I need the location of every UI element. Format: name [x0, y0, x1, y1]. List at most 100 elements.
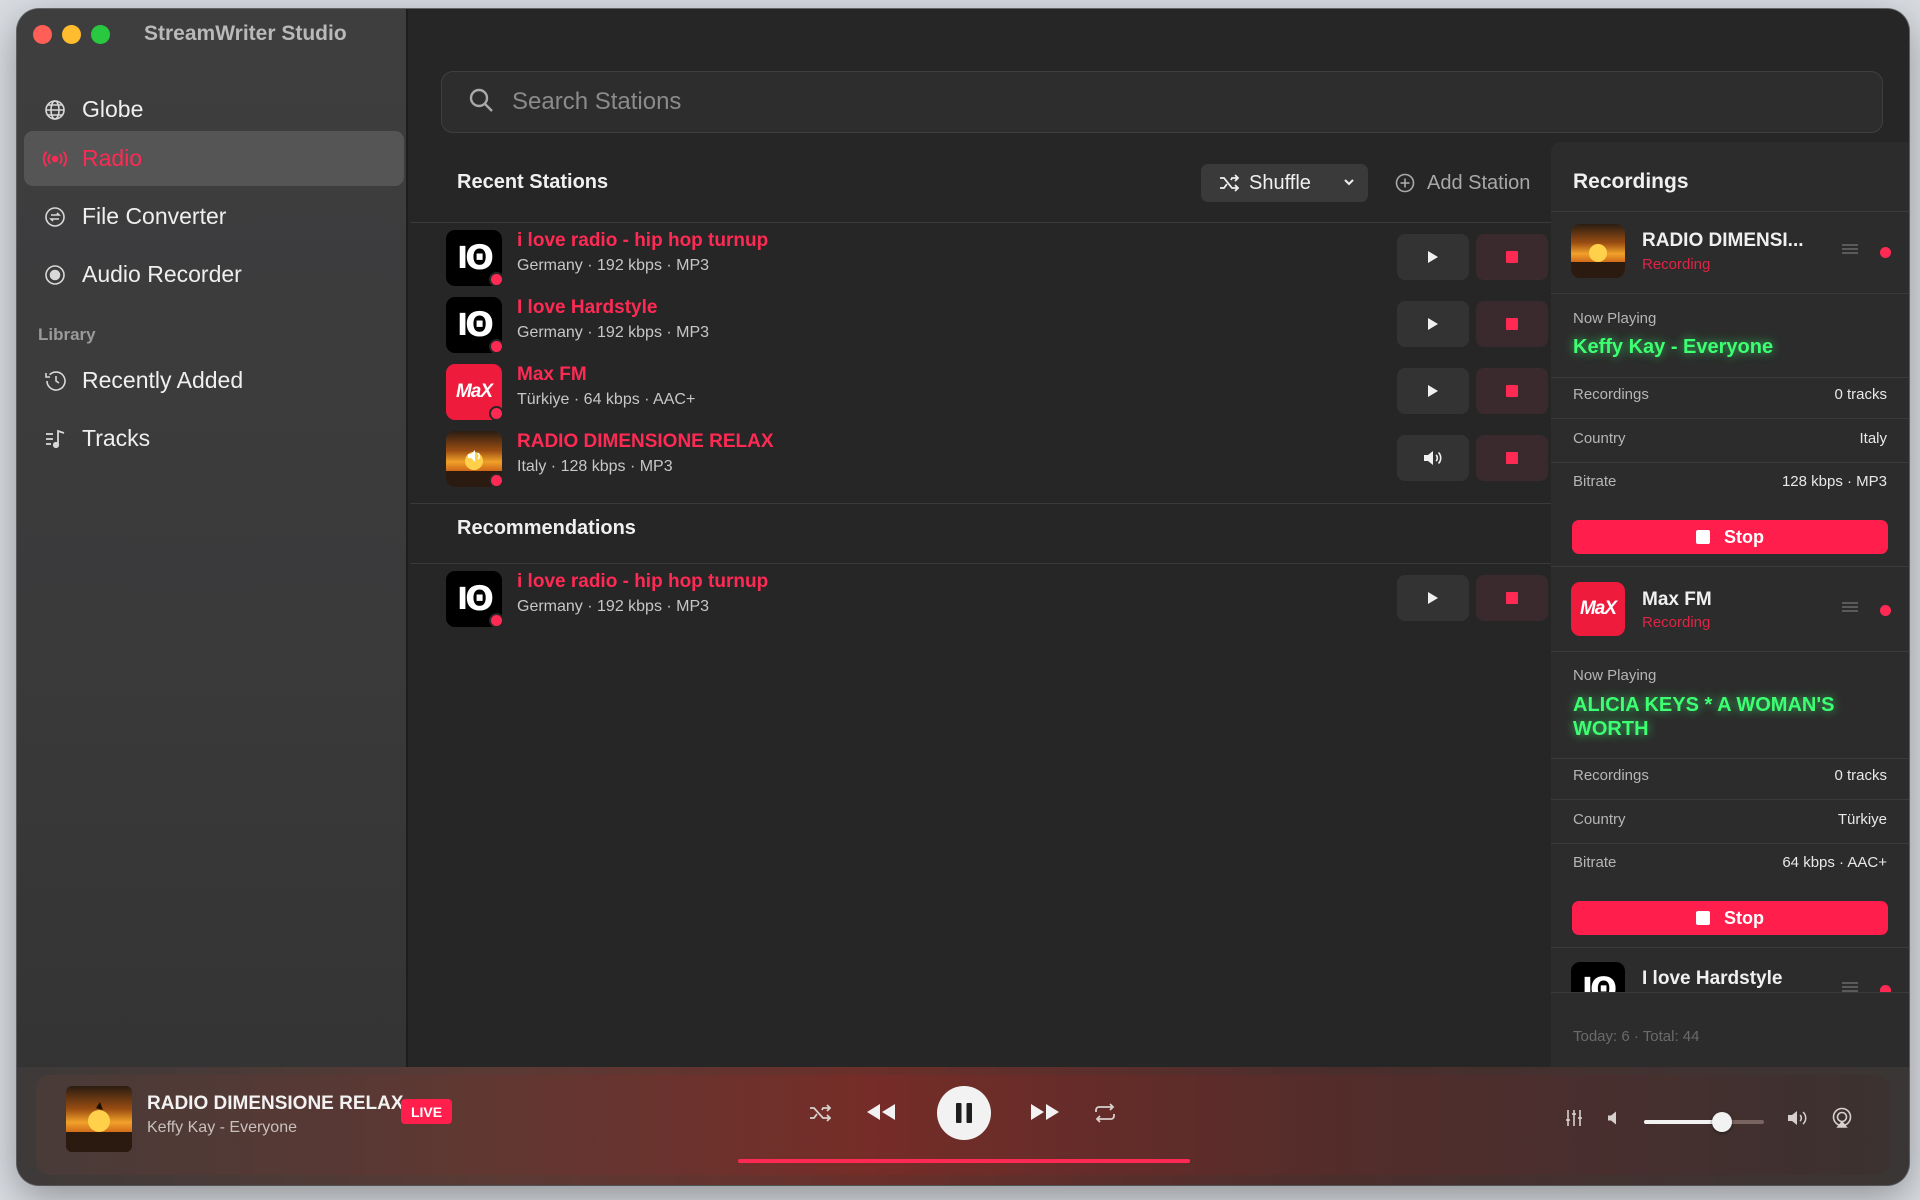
- sidebar-item-globe[interactable]: Globe: [24, 82, 404, 137]
- fast-forward-icon: [1031, 1104, 1059, 1120]
- now-playing-button[interactable]: [1397, 435, 1469, 481]
- stop-icon: [1506, 592, 1518, 604]
- add-station-label: Add Station: [1427, 171, 1531, 194]
- stream-progress-bar[interactable]: [738, 1159, 1190, 1163]
- audio-settings-button[interactable]: [1563, 1107, 1585, 1129]
- station-meta: Germany · 192 kbps · MP3: [517, 257, 710, 274]
- volume-low-icon: [1605, 1109, 1623, 1127]
- recording-dot: [1880, 247, 1891, 258]
- play-button[interactable]: [1397, 575, 1469, 621]
- clock-history-icon: [42, 368, 68, 394]
- globe-icon: [42, 97, 68, 123]
- zoom-window-button[interactable]: [91, 25, 110, 44]
- player-artwork[interactable]: [66, 1086, 132, 1152]
- station-name[interactable]: I love Hardstyle: [517, 297, 657, 319]
- fast-forward-button[interactable]: [1028, 1097, 1062, 1127]
- app-window: StreamWriter Studio Globe Radio File Con…: [17, 9, 1909, 1185]
- station-row[interactable]: IꙨ i love radio - hip hop turnup Germany…: [410, 230, 1550, 292]
- radio-waves-icon: [42, 146, 68, 172]
- pause-icon: [956, 1103, 972, 1123]
- volume-slider[interactable]: [1644, 1112, 1764, 1132]
- stop-icon: [1506, 452, 1518, 464]
- sidebar-item-label: Audio Recorder: [82, 261, 242, 287]
- shuffle-button[interactable]: Shuffle: [1201, 164, 1368, 202]
- main-content: Search Stations Recent Stations Shuffle …: [410, 9, 1909, 1067]
- station-name[interactable]: i love radio - hip hop turnup: [517, 230, 768, 252]
- shuffle-icon: [810, 1104, 832, 1122]
- add-station-button[interactable]: Add Station: [1395, 164, 1530, 202]
- info-value: 0 tracks: [1834, 386, 1887, 403]
- sidebar-item-label: Radio: [82, 145, 143, 171]
- stop-recording-button[interactable]: [1476, 368, 1548, 414]
- recording-station-name: RADIO DIMENSI...: [1642, 230, 1804, 251]
- play-button[interactable]: [1397, 301, 1469, 347]
- shuffle-control[interactable]: [808, 1100, 834, 1126]
- volume-fill: [1644, 1120, 1722, 1124]
- recording-status: Recording: [1642, 614, 1711, 631]
- recordings-footer: Today: 6 · Total: 44: [1573, 1028, 1700, 1045]
- search-input[interactable]: Search Stations: [441, 71, 1883, 133]
- volume-knob[interactable]: [1712, 1112, 1732, 1132]
- equalizer-sliders-icon: [1566, 1110, 1582, 1126]
- now-playing-label: Now Playing: [1573, 310, 1657, 327]
- stop-icon: [1696, 911, 1710, 925]
- now-playing-track: Keffy Kay - Everyone: [1573, 336, 1774, 358]
- station-meta: Germany · 192 kbps · MP3: [517, 324, 710, 341]
- recording-station-logo: MaX: [1571, 582, 1625, 636]
- recording-station-name: Max FM: [1642, 589, 1712, 610]
- info-value: 64 kbps · AAC+: [1782, 854, 1887, 871]
- play-icon: [1428, 251, 1438, 263]
- shuffle-label: Shuffle: [1249, 171, 1311, 194]
- sidebar-item-label: Tracks: [82, 425, 151, 451]
- stop-recording-button[interactable]: [1476, 435, 1548, 481]
- airplay-button[interactable]: [1830, 1106, 1854, 1130]
- info-label: Bitrate: [1573, 473, 1617, 490]
- divider: [1551, 377, 1909, 378]
- sidebar-item-audio-recorder[interactable]: Audio Recorder: [24, 247, 404, 302]
- station-row[interactable]: IꙨ i love radio - hip hop turnup Germany…: [410, 571, 1550, 633]
- now-playing-track: ALICIA KEYS * A WOMAN'S WORTH: [1573, 694, 1835, 740]
- station-name[interactable]: i love radio - hip hop turnup: [517, 571, 768, 593]
- rewind-icon: [867, 1104, 895, 1120]
- chevron-down-icon[interactable]: [1342, 175, 1356, 189]
- equalizer-icon[interactable]: [1841, 600, 1859, 619]
- play-button[interactable]: [1397, 368, 1469, 414]
- station-name[interactable]: Max FM: [517, 364, 587, 386]
- stop-recording-button[interactable]: [1476, 301, 1548, 347]
- info-value: Türkiye: [1837, 811, 1887, 828]
- equalizer-icon[interactable]: [1841, 980, 1859, 992]
- sidebar-item-file-converter[interactable]: File Converter: [24, 189, 404, 244]
- sidebar-item-tracks[interactable]: Tracks: [24, 411, 404, 466]
- volume-high-icon: [1786, 1107, 1810, 1129]
- sidebar-item-label: Recently Added: [82, 367, 244, 393]
- stop-icon: [1506, 318, 1518, 330]
- player-title: RADIO DIMENSIONE RELAX: [147, 1093, 404, 1114]
- info-label: Bitrate: [1573, 854, 1617, 871]
- player-artist: Keffy Kay - Everyone: [147, 1119, 297, 1136]
- stop-recording-button[interactable]: [1476, 575, 1548, 621]
- divider: [410, 503, 1551, 504]
- stop-button[interactable]: Stop: [1572, 901, 1888, 935]
- rewind-button[interactable]: [864, 1097, 898, 1127]
- pause-button[interactable]: [937, 1086, 991, 1140]
- station-meta: Italy · 128 kbps · MP3: [517, 458, 673, 475]
- info-value: 0 tracks: [1834, 767, 1887, 784]
- recording-indicator: [489, 473, 504, 488]
- sidebar-item-radio[interactable]: Radio: [24, 131, 404, 186]
- recording-indicator: [489, 339, 504, 354]
- stop-button[interactable]: Stop: [1572, 520, 1888, 554]
- equalizer-icon[interactable]: [1841, 242, 1859, 261]
- stop-recording-button[interactable]: [1476, 234, 1548, 280]
- close-window-button[interactable]: [33, 25, 52, 44]
- station-name[interactable]: RADIO DIMENSIONE RELAX: [517, 431, 774, 453]
- station-row[interactable]: MaX Max FM Türkiye · 64 kbps · AAC+: [410, 364, 1550, 426]
- sidebar-item-recently-added[interactable]: Recently Added: [24, 353, 404, 408]
- play-button[interactable]: [1397, 234, 1469, 280]
- station-row[interactable]: IꙨ I love Hardstyle Germany · 192 kbps ·…: [410, 297, 1550, 359]
- station-row[interactable]: RADIO DIMENSIONE RELAX Italy · 128 kbps …: [410, 431, 1550, 493]
- repeat-control[interactable]: [1092, 1100, 1118, 1126]
- live-badge: LIVE: [401, 1099, 452, 1124]
- minimize-window-button[interactable]: [62, 25, 81, 44]
- play-icon: [1428, 318, 1438, 330]
- recommendations-title: Recommendations: [457, 517, 636, 539]
